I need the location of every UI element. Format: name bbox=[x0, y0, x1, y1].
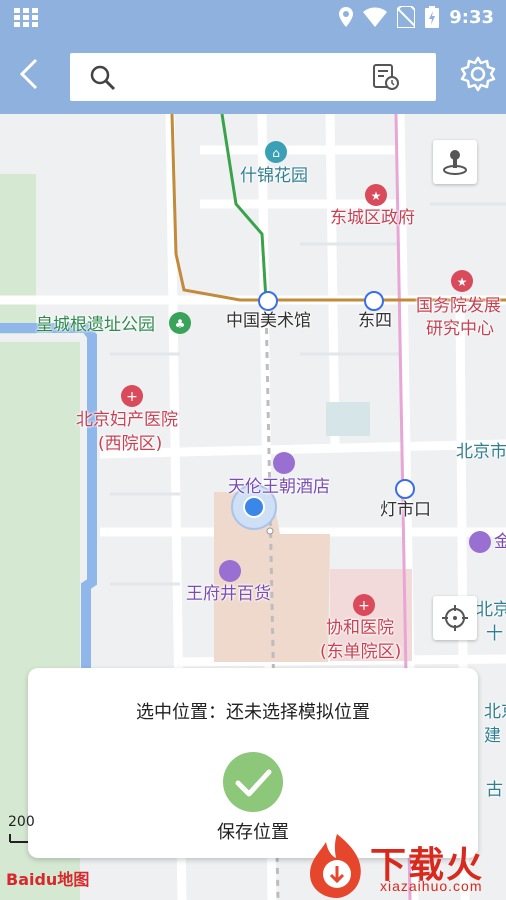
poi-beijing-right[interactable]: 北京 bbox=[476, 600, 506, 620]
poi-bei-right[interactable]: 北京 bbox=[484, 702, 506, 722]
locate-button[interactable] bbox=[433, 596, 477, 640]
watermark: 下载火 xiazaihuo.com bbox=[298, 830, 506, 900]
search-icon bbox=[90, 65, 116, 91]
grid-icon bbox=[14, 8, 38, 27]
poi-state-council[interactable]: 国务院发展 bbox=[416, 296, 501, 316]
poi-jin[interactable]: 金 bbox=[494, 532, 506, 552]
flame-logo-icon bbox=[310, 834, 361, 898]
toolbar bbox=[0, 34, 506, 114]
history-icon[interactable] bbox=[372, 63, 400, 91]
crosshair-icon bbox=[442, 605, 468, 631]
street-view-button[interactable] bbox=[433, 140, 477, 184]
poi-shi: 十 bbox=[486, 624, 503, 644]
selected-location-text: 选中位置：还未选择模拟位置 bbox=[136, 702, 370, 723]
svg-text:★: ★ bbox=[457, 275, 468, 289]
checkmark-icon bbox=[235, 769, 272, 797]
poi-dongdan: (东单院区) bbox=[320, 642, 402, 662]
poi-research-center[interactable]: 研究中心 bbox=[426, 319, 494, 339]
poi-xiyuan: (西院区) bbox=[98, 434, 163, 454]
back-arrow-icon[interactable] bbox=[12, 54, 48, 94]
svg-text:⌂: ⌂ bbox=[272, 146, 280, 160]
no-sim-icon bbox=[397, 6, 416, 28]
status-time: 9:33 bbox=[449, 6, 494, 28]
svg-text:+: + bbox=[126, 389, 138, 405]
save-location-button[interactable] bbox=[223, 752, 283, 812]
search-box[interactable] bbox=[70, 53, 436, 101]
poi-shijin-garden[interactable]: 什锦花园 bbox=[240, 166, 308, 186]
poi-huangcheng-park[interactable]: 皇城根遗址公园 bbox=[36, 315, 155, 335]
poi-beijing-city[interactable]: 北京市 bbox=[456, 442, 506, 462]
street-view-icon bbox=[443, 150, 467, 175]
poi-dongcheng-gov[interactable]: 东城区政府 bbox=[330, 208, 415, 228]
status-bar: 9:33 bbox=[0, 0, 506, 34]
poi-beijing-maternity[interactable]: 北京妇产医院 bbox=[76, 410, 178, 430]
poi-dongsi[interactable]: 东四 bbox=[358, 311, 392, 331]
battery-charging-icon bbox=[425, 6, 440, 28]
wifi-icon bbox=[363, 7, 388, 27]
location-icon bbox=[339, 7, 354, 27]
baidu-logo-text: Baidu地图 bbox=[6, 870, 90, 889]
poi-jian: 建 bbox=[484, 726, 501, 746]
svg-text:+: + bbox=[358, 598, 370, 614]
svg-text:♣: ♣ bbox=[175, 317, 186, 331]
search-input[interactable] bbox=[126, 61, 370, 95]
poi-dengshikou[interactable]: 灯市口 bbox=[380, 500, 431, 520]
gear-icon[interactable] bbox=[460, 56, 496, 92]
map-scale: 200 bbox=[8, 814, 35, 830]
poi-gu: 古 bbox=[486, 780, 503, 800]
poi-art-museum[interactable]: 中国美术馆 bbox=[226, 311, 311, 331]
poi-tianlun-hotel[interactable]: 天伦王朝酒店 bbox=[228, 477, 330, 497]
watermark-url: xiazaihuo.com bbox=[380, 878, 483, 894]
svg-text:★: ★ bbox=[371, 189, 382, 203]
poi-wangfujing[interactable]: 王府井百货 bbox=[186, 584, 271, 604]
poi-xiehe[interactable]: 协和医院 bbox=[326, 618, 394, 638]
baidu-map-logo: Baidu地图 bbox=[6, 866, 89, 890]
